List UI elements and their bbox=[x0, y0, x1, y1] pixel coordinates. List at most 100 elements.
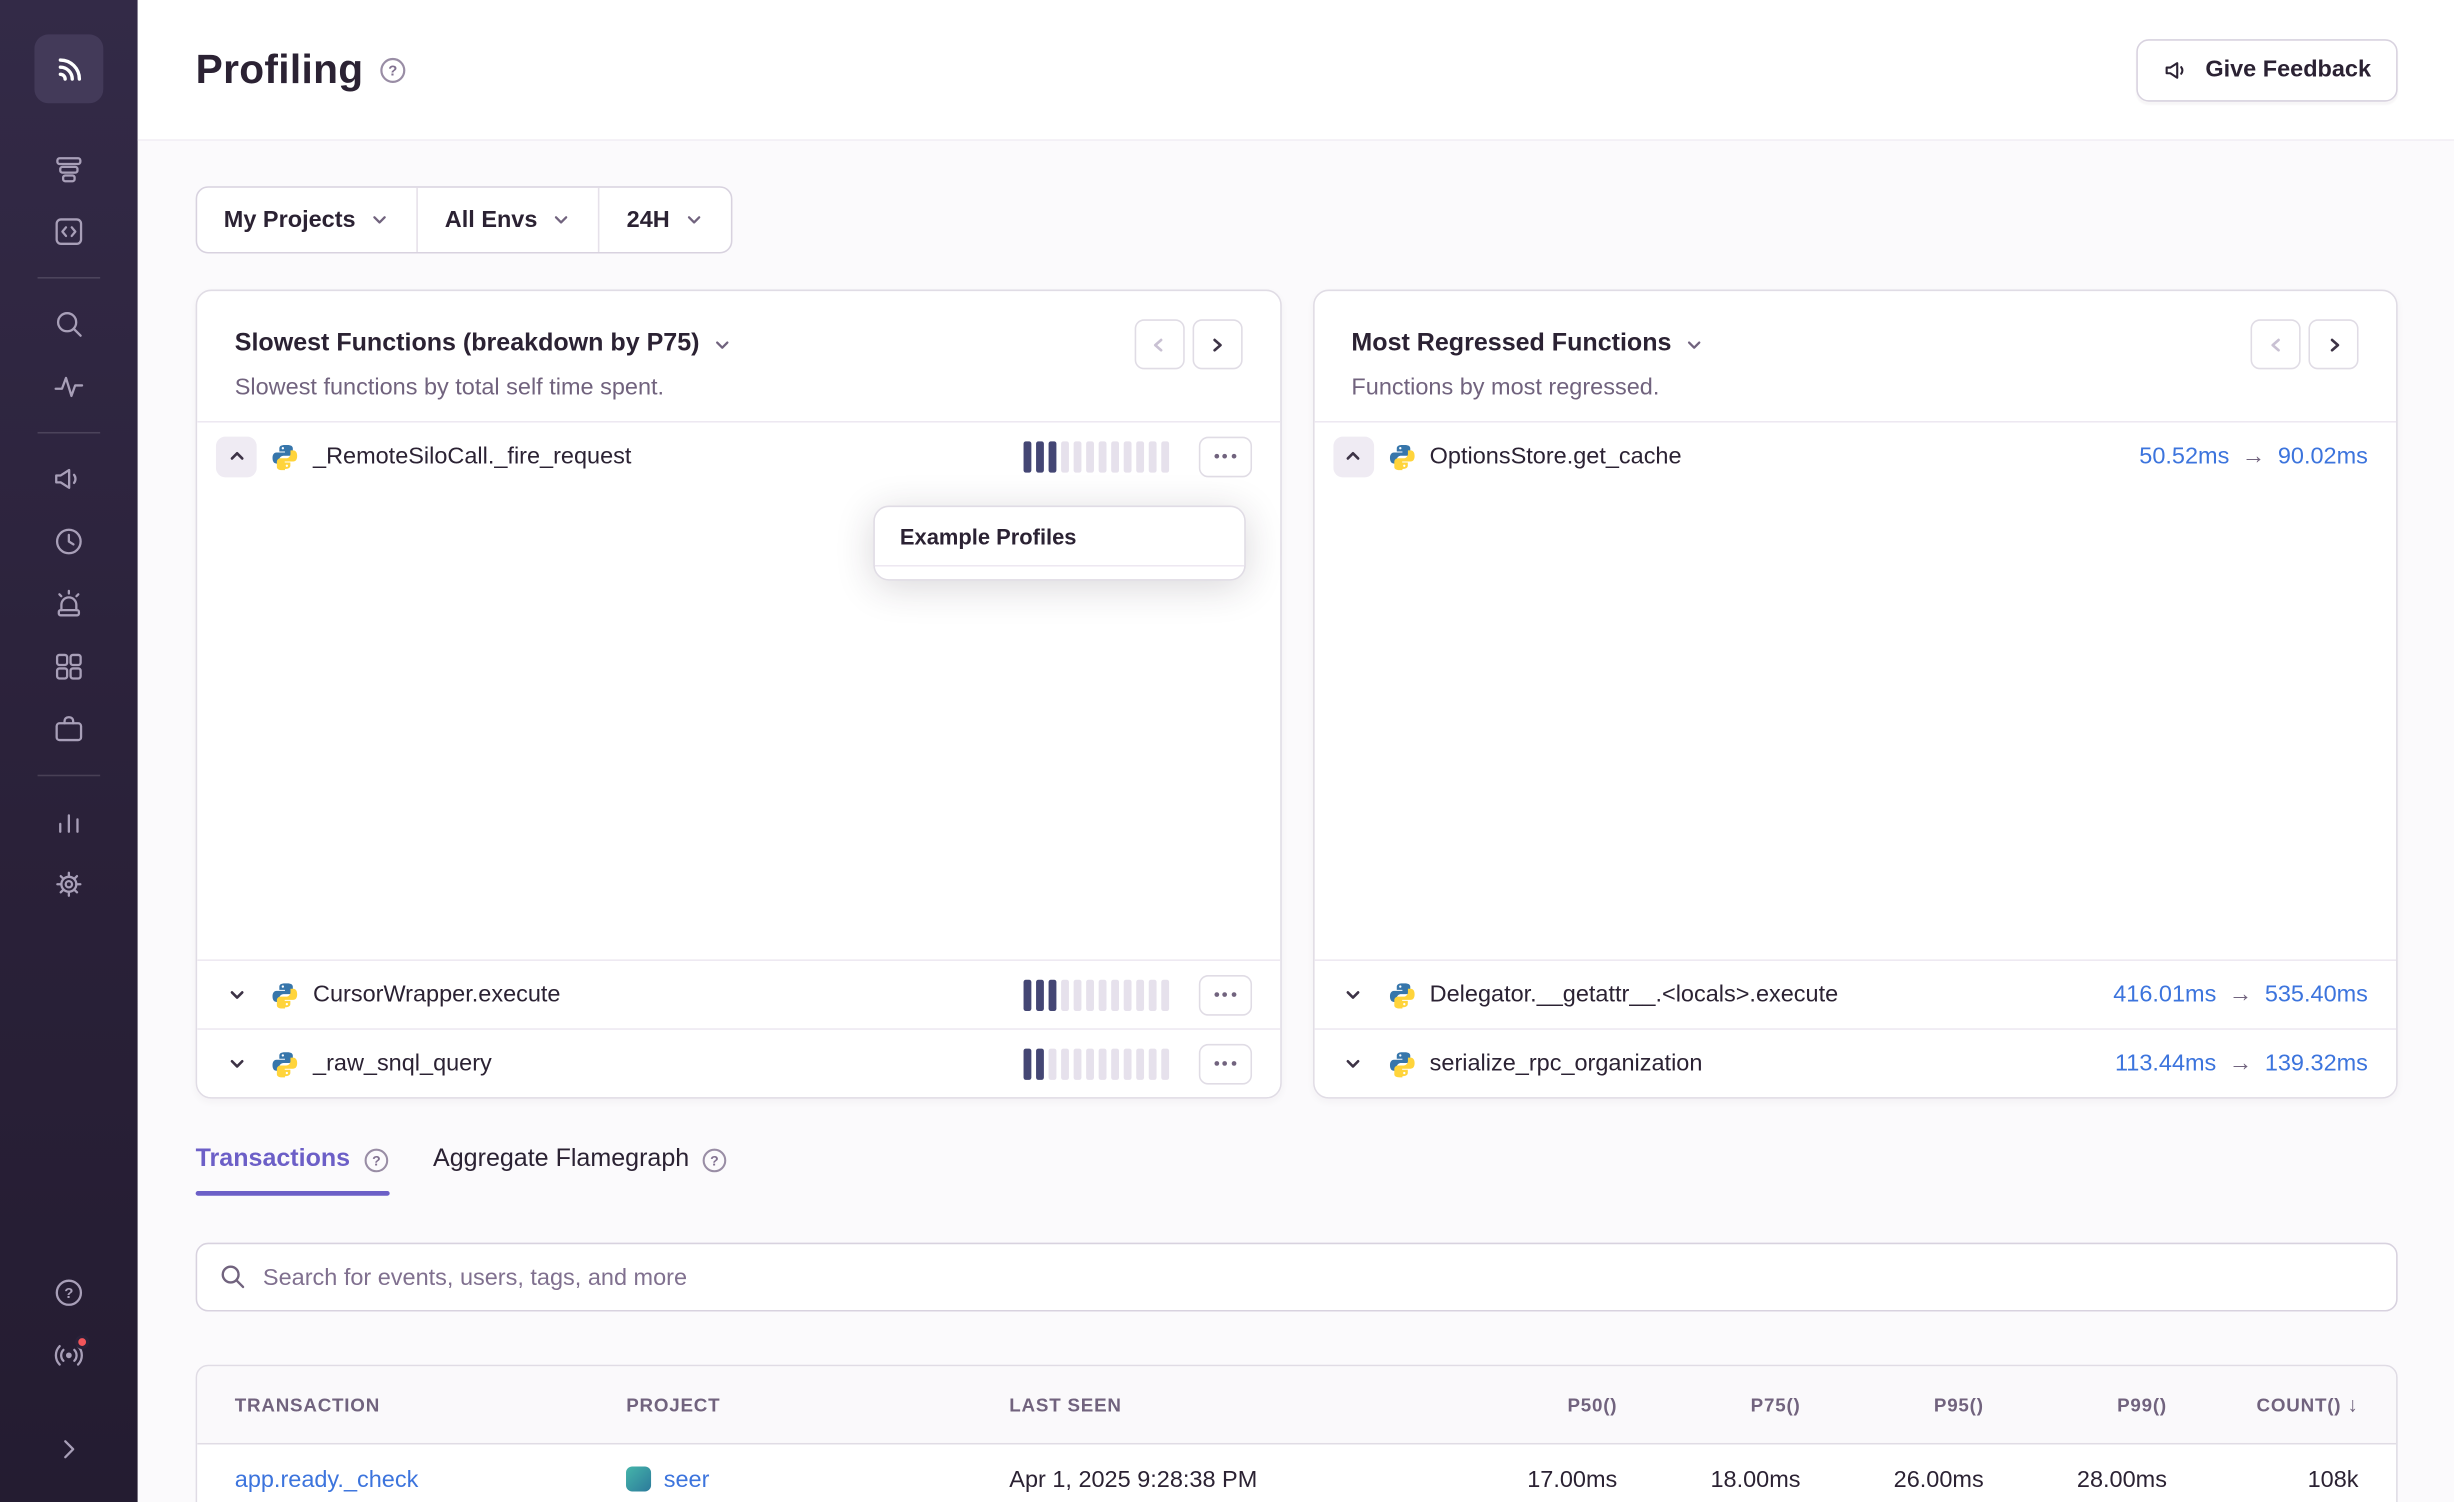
chevron-left-icon bbox=[2264, 333, 2287, 356]
expand-row-button[interactable] bbox=[1333, 974, 1374, 1015]
before-duration-link[interactable]: 50.52ms bbox=[2139, 443, 2229, 470]
bar-empty bbox=[1098, 979, 1106, 1010]
column-header-last-seen[interactable]: LAST SEEN bbox=[1009, 1394, 1459, 1416]
function-name[interactable]: OptionsStore.get_cache bbox=[1430, 443, 1682, 470]
bar-empty bbox=[1073, 1048, 1081, 1079]
regressed-functions-title-dropdown[interactable]: Most Regressed Functions bbox=[1351, 330, 1704, 358]
bar-empty bbox=[1123, 441, 1131, 472]
sidebar-item-stats[interactable] bbox=[38, 790, 101, 853]
page-header: Profiling ? Give Feedback bbox=[138, 0, 2454, 141]
column-header-count[interactable]: COUNT() ↓ bbox=[2167, 1393, 2359, 1416]
row-actions-button[interactable] bbox=[1198, 974, 1251, 1015]
column-header-p99[interactable]: P99() bbox=[1984, 1394, 2167, 1416]
profiling-page: ? Profiling ? Give Feedback bbox=[0, 0, 2454, 1502]
sidebar-item-alerts[interactable] bbox=[38, 573, 101, 636]
next-page-button[interactable] bbox=[2308, 319, 2358, 369]
collapse-row-button[interactable] bbox=[1333, 436, 1374, 477]
after-duration-link[interactable]: 139.32ms bbox=[2265, 1050, 2368, 1077]
megaphone-icon bbox=[2163, 56, 2191, 84]
regression-chart bbox=[1314, 490, 2396, 960]
tab-transactions[interactable]: Transactions ? bbox=[196, 1146, 390, 1196]
help-icon[interactable]: ? bbox=[38, 1261, 101, 1324]
date-range-dropdown[interactable]: 24H bbox=[600, 188, 731, 252]
filter-bar: My Projects All Envs 24H bbox=[196, 186, 733, 253]
give-feedback-button[interactable]: Give Feedback bbox=[2136, 38, 2397, 101]
expand-row-button[interactable] bbox=[1333, 1043, 1374, 1084]
sentry-logo[interactable] bbox=[34, 34, 103, 103]
environment-filter-dropdown[interactable]: All Envs bbox=[418, 188, 600, 252]
python-platform-icon bbox=[1387, 981, 1415, 1009]
column-header-transaction[interactable]: TRANSACTION bbox=[235, 1394, 626, 1416]
sidebar-item-explore[interactable] bbox=[38, 200, 101, 263]
search-input[interactable] bbox=[263, 1264, 2374, 1291]
chevron-up-icon bbox=[1341, 444, 1364, 467]
column-header-p75[interactable]: P75() bbox=[1617, 1394, 1800, 1416]
whats-new-icon[interactable] bbox=[38, 1324, 101, 1387]
function-row[interactable]: Delegator.__getattr__.<locals>.execute 4… bbox=[1314, 959, 2396, 1028]
chevron-down-icon bbox=[225, 1052, 248, 1075]
row-actions-button[interactable] bbox=[1198, 436, 1251, 477]
bar-empty bbox=[1060, 1048, 1068, 1079]
profiling-help-icon[interactable]: ? bbox=[379, 56, 407, 84]
after-duration-link[interactable]: 90.02ms bbox=[2278, 443, 2368, 470]
last-seen-cell: Apr 1, 2025 9:28:38 PM bbox=[1009, 1466, 1459, 1493]
project-filter-dropdown[interactable]: My Projects bbox=[197, 188, 418, 252]
bar-empty bbox=[1060, 979, 1068, 1010]
sidebar-item-crons[interactable] bbox=[38, 510, 101, 573]
table-row[interactable]: app.ready._check seer Apr 1, 2025 9:28:3… bbox=[197, 1445, 2396, 1502]
row-actions-button[interactable] bbox=[1198, 1043, 1251, 1084]
before-duration-link[interactable]: 416.01ms bbox=[2113, 981, 2216, 1008]
function-row[interactable]: serialize_rpc_organization 113.44ms → 13… bbox=[1314, 1028, 2396, 1097]
project-filter-label: My Projects bbox=[224, 207, 356, 234]
project-link[interactable]: seer bbox=[664, 1466, 710, 1493]
sidebar-item-projects[interactable] bbox=[38, 698, 101, 761]
tab-bar: Transactions ? Aggregate Flamegraph ? bbox=[196, 1146, 2398, 1196]
bar-empty bbox=[1123, 1048, 1131, 1079]
function-name[interactable]: Delegator.__getattr__.<locals>.execute bbox=[1430, 981, 1839, 1008]
bar-filled bbox=[1023, 1048, 1031, 1079]
after-duration-link[interactable]: 535.40ms bbox=[2265, 981, 2368, 1008]
sidebar-item-dashboards[interactable] bbox=[38, 635, 101, 698]
panel-pager bbox=[2251, 319, 2359, 369]
function-row[interactable]: _raw_snql_query bbox=[197, 1028, 1279, 1097]
profile-count-bars bbox=[1023, 1048, 1169, 1079]
sidebar-item-issues[interactable] bbox=[38, 138, 101, 201]
next-page-button[interactable] bbox=[1192, 319, 1242, 369]
example-profiles-list bbox=[875, 567, 1244, 580]
tab-aggregate-flamegraph[interactable]: Aggregate Flamegraph ? bbox=[433, 1146, 728, 1196]
column-header-p50[interactable]: P50() bbox=[1459, 1394, 1617, 1416]
example-profiles-popup: Example Profiles bbox=[873, 506, 1245, 581]
search-icon bbox=[219, 1263, 247, 1291]
prev-page-button[interactable] bbox=[1134, 319, 1184, 369]
count-cell: 108k bbox=[2167, 1466, 2359, 1493]
sidebar-item-discover[interactable] bbox=[38, 293, 101, 356]
transaction-link[interactable]: app.ready._check bbox=[235, 1466, 419, 1493]
bar-filled bbox=[1048, 979, 1056, 1010]
function-name[interactable]: _raw_snql_query bbox=[313, 1050, 492, 1077]
sidebar-divider bbox=[38, 432, 101, 434]
function-name[interactable]: _RemoteSiloCall._fire_request bbox=[313, 443, 631, 470]
sidebar-item-settings[interactable] bbox=[38, 853, 101, 916]
column-header-project[interactable]: PROJECT bbox=[626, 1394, 1009, 1416]
bar-empty bbox=[1048, 1048, 1056, 1079]
bar-filled bbox=[1048, 441, 1056, 472]
chevron-up-icon bbox=[225, 444, 248, 467]
function-name[interactable]: CursorWrapper.execute bbox=[313, 981, 560, 1008]
function-name[interactable]: serialize_rpc_organization bbox=[1430, 1050, 1703, 1077]
tab-label: Aggregate Flamegraph bbox=[433, 1146, 689, 1174]
function-row[interactable]: CursorWrapper.execute bbox=[197, 959, 1279, 1028]
function-row-expanded[interactable]: OptionsStore.get_cache 50.52ms → 90.02ms bbox=[1314, 421, 2396, 490]
prev-page-button[interactable] bbox=[2251, 319, 2301, 369]
sidebar-item-feedback[interactable] bbox=[38, 448, 101, 511]
sidebar-item-performance[interactable] bbox=[38, 355, 101, 418]
bar-empty bbox=[1085, 979, 1093, 1010]
function-row-expanded[interactable]: _RemoteSiloCall._fire_request bbox=[197, 421, 1279, 490]
column-header-p95[interactable]: P95() bbox=[1801, 1394, 1984, 1416]
sidebar-collapse-icon[interactable] bbox=[38, 1418, 101, 1481]
before-duration-link[interactable]: 113.44ms bbox=[2115, 1050, 2216, 1077]
expand-row-button[interactable] bbox=[216, 1043, 257, 1084]
slowest-functions-title-dropdown[interactable]: Slowest Functions (breakdown by P75) bbox=[235, 330, 733, 358]
arrow-right-icon: → bbox=[2229, 981, 2252, 1008]
collapse-row-button[interactable] bbox=[216, 436, 257, 477]
expand-row-button[interactable] bbox=[216, 974, 257, 1015]
